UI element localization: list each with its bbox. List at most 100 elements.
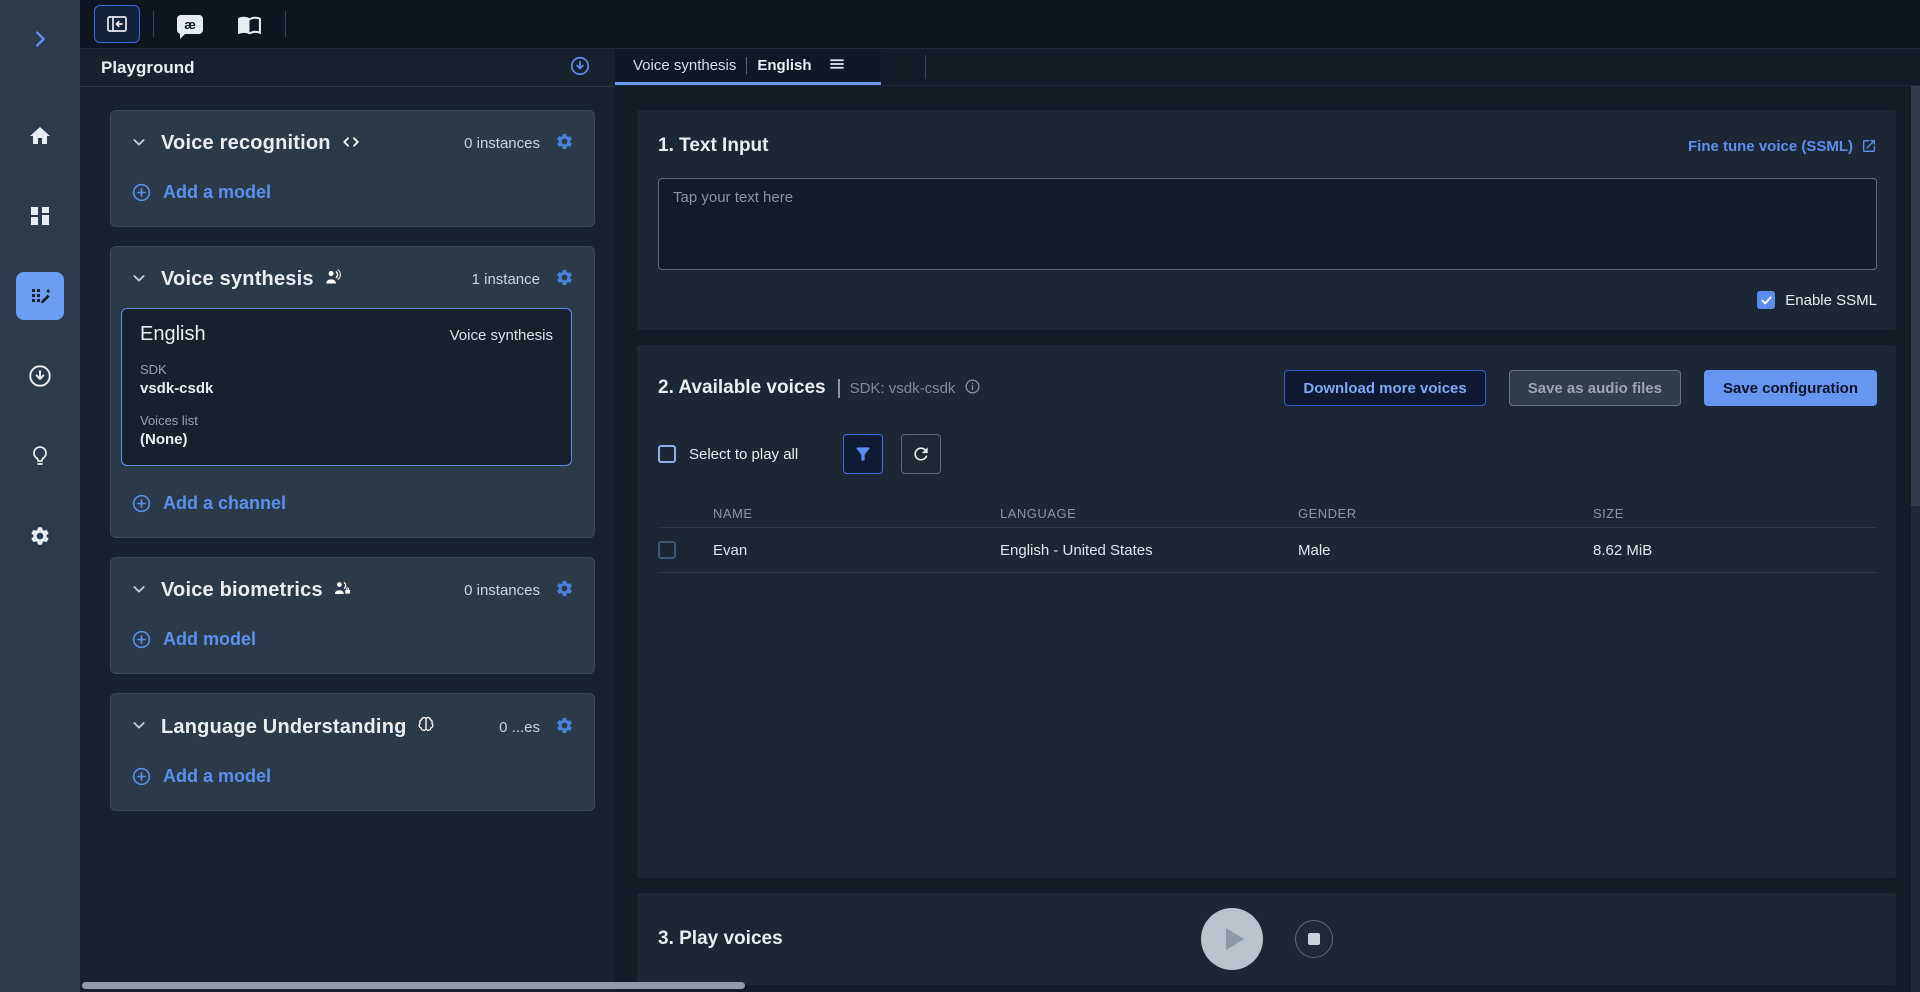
columns: Playground Voice recognition: [80, 49, 1920, 992]
voices-list-value: (None): [140, 431, 553, 448]
main-content: Voice synthesis English 1. Text Input: [615, 49, 1920, 992]
gear-icon[interactable]: [555, 579, 574, 602]
chevron-down-icon[interactable]: [131, 134, 147, 154]
instance-name: English: [140, 323, 206, 346]
add-channel-button[interactable]: Add a channel: [131, 493, 574, 514]
tabbar-separator: [925, 55, 926, 79]
documentation-book-icon[interactable]: [226, 5, 272, 43]
instance-header: English Voice synthesis: [140, 323, 553, 346]
lightbulb-icon[interactable]: [16, 432, 64, 480]
chevron-down-icon[interactable]: [131, 717, 147, 737]
instance-count: 0 instances: [464, 582, 540, 599]
code-icon: [340, 133, 362, 155]
vertical-scrollbar-track: [1911, 86, 1920, 992]
card-head: Voice biometrics 0 instances: [131, 579, 574, 602]
section-text-input: 1. Text Input Fine tune voice (SSML): [637, 110, 1896, 330]
section-play-voices: 3. Play voices: [637, 893, 1896, 985]
vertical-scrollbar-thumb[interactable]: [1911, 86, 1920, 506]
play-controls: [1201, 908, 1333, 970]
row-checkbox[interactable]: [658, 541, 676, 559]
gear-icon[interactable]: [555, 132, 574, 155]
play-icon: [1226, 928, 1244, 950]
refresh-button[interactable]: [901, 434, 941, 474]
card-title: Voice biometrics: [161, 579, 323, 602]
phoneme-lexicon-icon[interactable]: æ: [167, 5, 213, 43]
horizontal-scrollbar-thumb[interactable]: [82, 982, 745, 989]
enable-ssml-checkbox[interactable]: [1757, 291, 1775, 309]
download-all-icon[interactable]: [569, 55, 591, 81]
cell-language: English - United States: [1000, 542, 1298, 559]
brain-icon: [416, 715, 436, 739]
save-configuration-button[interactable]: Save configuration: [1704, 370, 1877, 406]
gear-icon[interactable]: [555, 716, 574, 739]
playground-nav-icon[interactable]: [16, 272, 64, 320]
sdk-info-text: SDK: vsdk-csdk: [850, 380, 956, 397]
playground-panel: Playground Voice recognition: [80, 49, 615, 992]
phoneme-glyph: æ: [184, 17, 196, 32]
add-model-label: Add model: [163, 629, 256, 650]
add-model-button[interactable]: Add a model: [131, 766, 574, 787]
content-scroll-area: 1. Text Input Fine tune voice (SSML): [615, 86, 1920, 992]
table-row-evan[interactable]: Evan English - United States Male 8.62 M…: [658, 527, 1877, 573]
toolbar-separator: [285, 11, 286, 37]
instance-kind: Voice synthesis: [450, 327, 553, 344]
card-title: Language Understanding: [161, 716, 407, 739]
title-divider: [838, 379, 840, 398]
expand-rail-icon[interactable]: [29, 28, 51, 50]
person-voice-lock-icon: [332, 579, 353, 602]
collapse-panel-icon[interactable]: [94, 5, 140, 43]
tab-menu-icon[interactable]: [828, 55, 846, 77]
download-more-voices-button[interactable]: Download more voices: [1284, 370, 1485, 406]
select-all-checkbox[interactable]: [658, 445, 676, 463]
settings-gear-icon[interactable]: [16, 512, 64, 560]
info-icon[interactable]: [964, 378, 981, 399]
tab-service-label: Voice synthesis: [633, 57, 736, 74]
cell-size: 8.62 MiB: [1593, 542, 1877, 559]
dashboard-icon[interactable]: [16, 192, 64, 240]
text-input-field[interactable]: [658, 178, 1877, 270]
refresh-icon: [911, 444, 931, 464]
add-model-label: Add a model: [163, 766, 271, 787]
select-all-label: Select to play all: [689, 446, 798, 463]
cell-gender: Male: [1298, 542, 1593, 559]
tab-instance-label: English: [757, 57, 811, 74]
person-speaking-icon: [323, 268, 344, 291]
right-area: æ Playground: [80, 0, 1920, 992]
sdk-label: SDK: [140, 362, 553, 377]
column-name: NAME: [713, 506, 1000, 521]
card-language-understanding: Language Understanding 0 ...es Add a: [110, 693, 595, 811]
fine-tune-ssml-link[interactable]: Fine tune voice (SSML): [1688, 138, 1877, 155]
chevron-down-icon[interactable]: [131, 270, 147, 290]
text-input-header: 1. Text Input Fine tune voice (SSML): [658, 135, 1877, 157]
filter-button[interactable]: [843, 434, 883, 474]
chevron-down-icon[interactable]: [131, 581, 147, 601]
add-model-button[interactable]: Add model: [131, 629, 574, 650]
home-icon[interactable]: [16, 112, 64, 160]
add-model-button[interactable]: Add a model: [131, 182, 574, 203]
instance-card-english[interactable]: English Voice synthesis SDK vsdk-csdk Vo…: [121, 308, 572, 466]
download-nav-icon[interactable]: [16, 352, 64, 400]
add-model-label: Add a model: [163, 182, 271, 203]
card-head: Language Understanding 0 ...es: [131, 715, 574, 739]
sdk-value: vsdk-csdk: [140, 380, 553, 397]
column-size: SIZE: [1593, 506, 1877, 521]
voices-list-label: Voices list: [140, 413, 553, 428]
card-title: Voice synthesis: [161, 268, 314, 291]
enable-ssml-row: Enable SSML: [658, 291, 1877, 309]
gear-icon[interactable]: [555, 268, 574, 291]
left-rail: [0, 0, 80, 992]
tab-voice-synthesis-english[interactable]: Voice synthesis English: [615, 49, 881, 85]
card-voice-synthesis: Voice synthesis 1 instance English: [110, 246, 595, 538]
stop-button[interactable]: [1295, 920, 1333, 958]
voices-table: NAME LANGUAGE GENDER SIZE Evan Englis: [658, 499, 1877, 573]
funnel-icon: [853, 444, 873, 464]
fine-tune-label: Fine tune voice (SSML): [1688, 138, 1853, 155]
playground-header: Playground: [80, 49, 615, 87]
add-channel-label: Add a channel: [163, 493, 286, 514]
section-available-voices: 2. Available voices SDK: vsdk-csdk Downl…: [637, 345, 1896, 878]
play-button[interactable]: [1201, 908, 1263, 970]
available-voices-title: 2. Available voices: [658, 377, 826, 399]
save-audio-files-button[interactable]: Save as audio files: [1509, 370, 1681, 406]
instance-count: 1 instance: [472, 271, 540, 288]
card-head: Voice recognition 0 instances: [131, 132, 574, 155]
